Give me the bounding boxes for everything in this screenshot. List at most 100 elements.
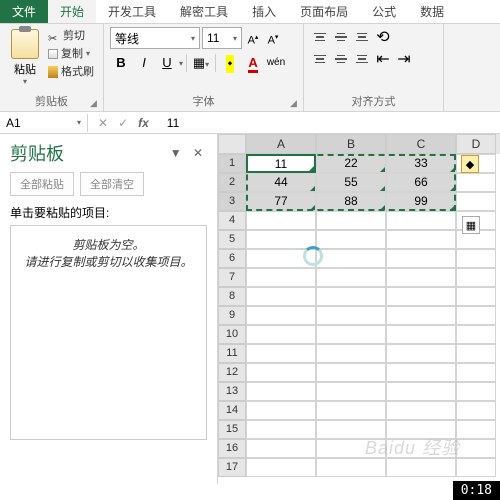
align-middle-button[interactable] bbox=[331, 27, 351, 47]
cut-button[interactable]: ✂剪切 bbox=[48, 27, 94, 45]
border-button[interactable]: ▦▾ bbox=[190, 52, 212, 74]
cell[interactable] bbox=[456, 458, 496, 477]
cell[interactable] bbox=[316, 382, 386, 401]
cell[interactable] bbox=[316, 211, 386, 230]
cell[interactable] bbox=[386, 439, 456, 458]
cell[interactable]: 22 bbox=[316, 154, 386, 173]
cell[interactable] bbox=[386, 401, 456, 420]
align-bottom-button[interactable] bbox=[352, 27, 372, 47]
format-painter-button[interactable]: 格式刷 bbox=[48, 63, 94, 81]
align-right-button[interactable] bbox=[352, 49, 372, 69]
cell[interactable] bbox=[386, 306, 456, 325]
decrease-font-button[interactable]: A▾ bbox=[264, 27, 282, 49]
cell[interactable] bbox=[386, 211, 456, 230]
dialog-launcher-icon[interactable]: ◢ bbox=[90, 98, 100, 108]
cell[interactable]: 11 bbox=[246, 154, 316, 173]
row-header[interactable]: 11 bbox=[218, 344, 246, 363]
tab-decrypt[interactable]: 解密工具 bbox=[168, 0, 240, 23]
increase-font-button[interactable]: A▴ bbox=[244, 27, 262, 49]
cell[interactable] bbox=[386, 420, 456, 439]
cell[interactable] bbox=[246, 344, 316, 363]
cell[interactable] bbox=[246, 268, 316, 287]
cell[interactable] bbox=[456, 249, 496, 268]
cell[interactable] bbox=[386, 458, 456, 477]
cell[interactable] bbox=[316, 363, 386, 382]
row-header[interactable]: 12 bbox=[218, 363, 246, 382]
cell[interactable] bbox=[456, 420, 496, 439]
cell[interactable] bbox=[456, 344, 496, 363]
cell[interactable]: 99 bbox=[386, 192, 456, 211]
tab-insert[interactable]: 插入 bbox=[240, 0, 288, 23]
cell[interactable] bbox=[386, 325, 456, 344]
underline-button[interactable]: U bbox=[156, 52, 178, 74]
clear-all-button[interactable]: 全部清空 bbox=[80, 172, 144, 196]
column-header[interactable]: B bbox=[316, 134, 386, 154]
row-header[interactable]: 4 bbox=[218, 211, 246, 230]
dialog-launcher-icon[interactable]: ◢ bbox=[290, 98, 300, 108]
cell[interactable]: 55 bbox=[316, 173, 386, 192]
cell[interactable]: 66 bbox=[386, 173, 456, 192]
cell[interactable] bbox=[246, 382, 316, 401]
cell[interactable] bbox=[316, 420, 386, 439]
cell[interactable] bbox=[316, 249, 386, 268]
cell[interactable] bbox=[316, 325, 386, 344]
row-header[interactable]: 9 bbox=[218, 306, 246, 325]
paste-button[interactable]: 粘贴 ▾ bbox=[6, 27, 44, 86]
row-header[interactable]: 5 bbox=[218, 230, 246, 249]
error-smarttag-icon[interactable]: ◆ bbox=[461, 155, 479, 173]
row-header[interactable]: 13 bbox=[218, 382, 246, 401]
tab-developer[interactable]: 开发工具 bbox=[96, 0, 168, 23]
cell[interactable] bbox=[456, 192, 496, 211]
chevron-down-icon[interactable]: ▾ bbox=[179, 59, 183, 68]
cell[interactable] bbox=[316, 306, 386, 325]
tab-formulas[interactable]: 公式 bbox=[360, 0, 408, 23]
cell[interactable] bbox=[246, 306, 316, 325]
decrease-indent-button[interactable]: ⇤ bbox=[373, 49, 393, 69]
cell[interactable] bbox=[316, 344, 386, 363]
cell[interactable] bbox=[456, 306, 496, 325]
cell[interactable] bbox=[386, 249, 456, 268]
cell[interactable] bbox=[386, 363, 456, 382]
pane-options-icon[interactable]: ▼ bbox=[170, 146, 186, 160]
cell[interactable] bbox=[316, 287, 386, 306]
cell[interactable] bbox=[246, 325, 316, 344]
name-box[interactable]: A1▾ bbox=[0, 114, 88, 132]
row-header[interactable]: 17 bbox=[218, 458, 246, 477]
cell[interactable] bbox=[246, 420, 316, 439]
cell[interactable]: 77 bbox=[246, 192, 316, 211]
cell[interactable] bbox=[316, 458, 386, 477]
formula-input[interactable]: 11 bbox=[159, 116, 179, 130]
enter-icon[interactable]: ✓ bbox=[118, 116, 128, 130]
row-header[interactable]: 16 bbox=[218, 439, 246, 458]
italic-button[interactable]: I bbox=[133, 52, 155, 74]
cell[interactable] bbox=[246, 230, 316, 249]
row-header[interactable]: 15 bbox=[218, 420, 246, 439]
tab-file[interactable]: 文件 bbox=[0, 0, 48, 23]
cell[interactable] bbox=[456, 439, 496, 458]
tab-pagelayout[interactable]: 页面布局 bbox=[288, 0, 360, 23]
row-header[interactable]: 6 bbox=[218, 249, 246, 268]
row-header[interactable]: 7 bbox=[218, 268, 246, 287]
cancel-icon[interactable]: ✕ bbox=[98, 116, 108, 130]
cell[interactable] bbox=[316, 439, 386, 458]
cell[interactable] bbox=[246, 211, 316, 230]
font-color-button[interactable]: A bbox=[242, 52, 264, 74]
cell[interactable] bbox=[246, 401, 316, 420]
fx-icon[interactable]: fx bbox=[138, 116, 149, 130]
cell[interactable] bbox=[456, 287, 496, 306]
column-header[interactable]: D bbox=[456, 134, 496, 154]
bold-button[interactable]: B bbox=[110, 52, 132, 74]
orientation-button[interactable]: ⟲ bbox=[373, 27, 393, 47]
row-header[interactable]: 2 bbox=[218, 173, 246, 192]
select-all-corner[interactable] bbox=[218, 134, 246, 154]
cell[interactable] bbox=[316, 268, 386, 287]
cell[interactable] bbox=[386, 268, 456, 287]
tab-data[interactable]: 数据 bbox=[408, 0, 456, 23]
row-header[interactable]: 14 bbox=[218, 401, 246, 420]
close-icon[interactable]: ✕ bbox=[193, 146, 207, 160]
cell[interactable] bbox=[456, 401, 496, 420]
tab-home[interactable]: 开始 bbox=[48, 0, 96, 23]
cell[interactable] bbox=[316, 230, 386, 249]
cell[interactable] bbox=[246, 439, 316, 458]
column-header[interactable]: A bbox=[246, 134, 316, 154]
